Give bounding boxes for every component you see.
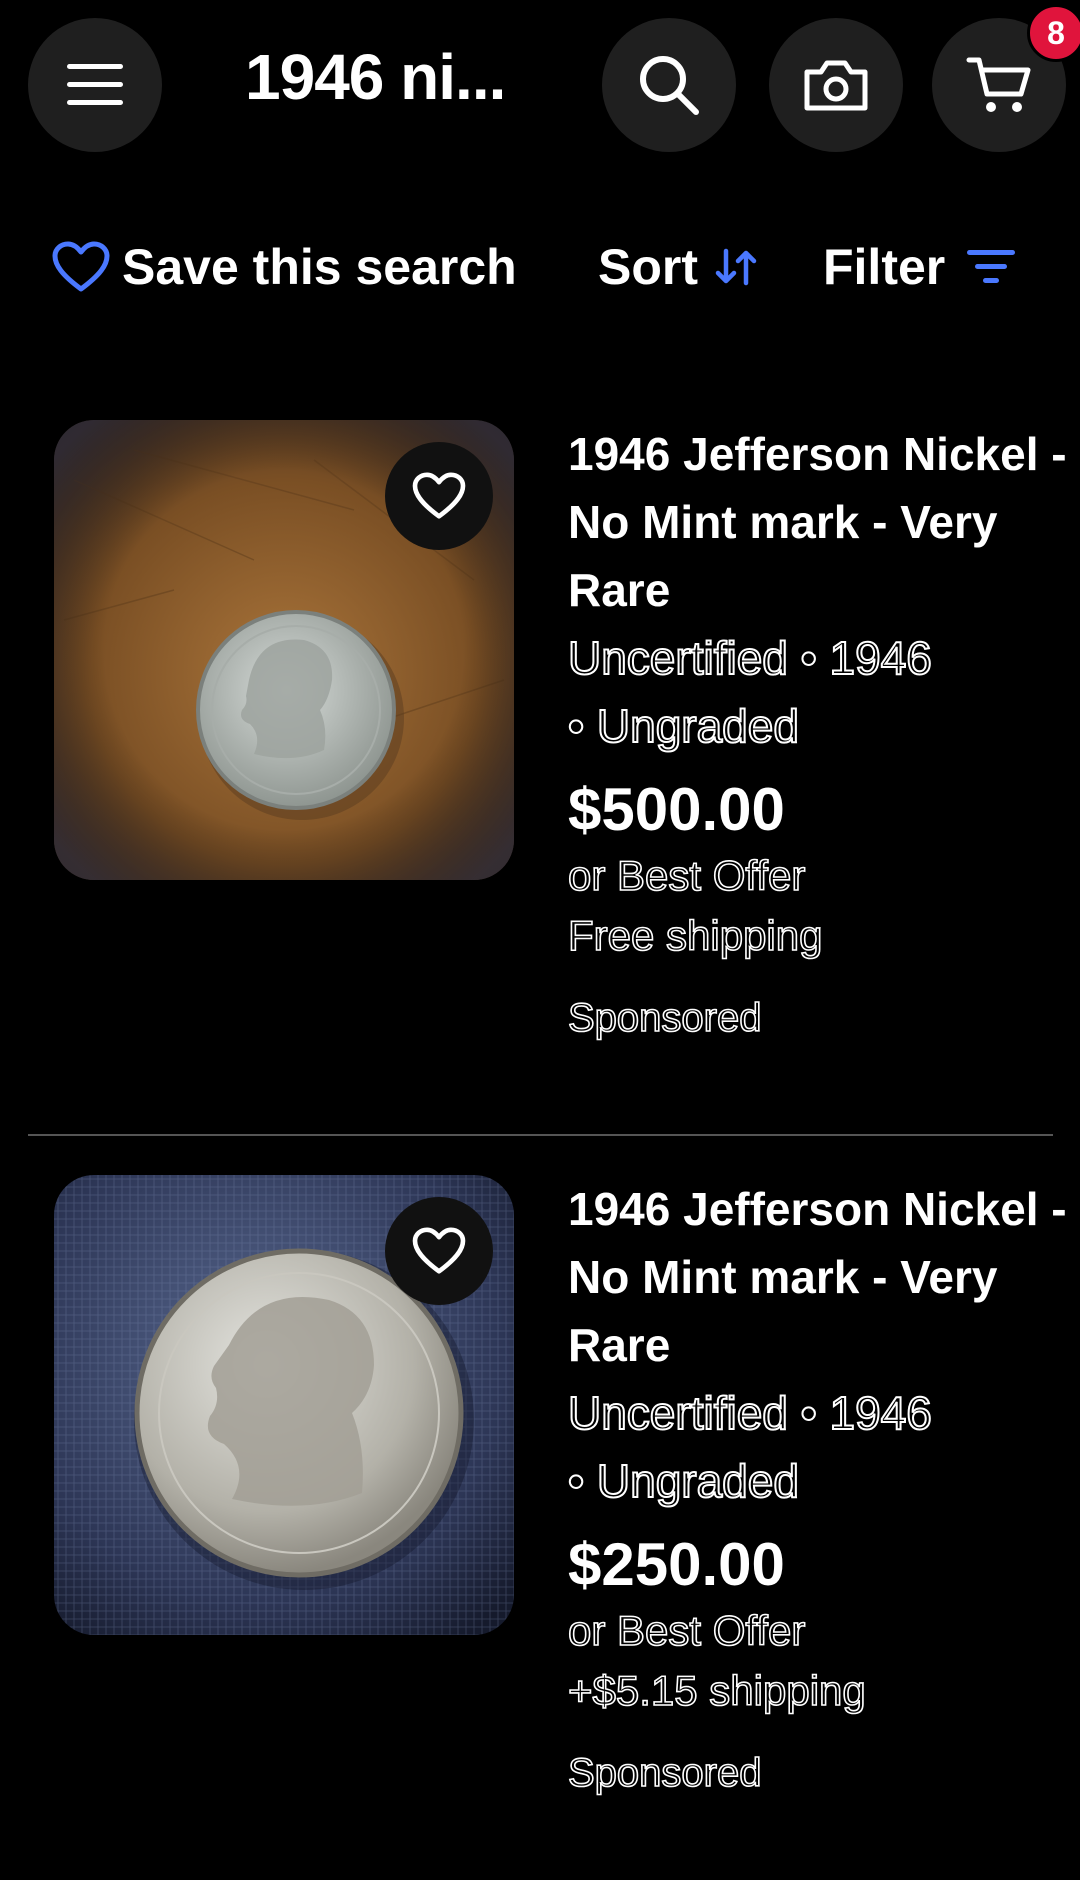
camera-search-button[interactable] [769, 18, 903, 152]
listing-offer: or Best Offer [567, 851, 806, 900]
camera-icon [804, 60, 868, 111]
top-bar: 1946 ni... 8 [0, 0, 1080, 170]
listing-offer: or Best Offer [567, 1606, 806, 1655]
listing-title[interactable]: 1946 Jefferson Nickel - No Mint mark - V… [568, 420, 1068, 624]
listing-info: 1946 Jefferson Nickel - No Mint mark - V… [567, 420, 1068, 1048]
sponsored-label: Sponsored [567, 1750, 762, 1796]
sponsored-label: Sponsored [567, 995, 762, 1041]
cart-count-badge: 8 [1027, 4, 1080, 62]
filter-button[interactable]: Filter [823, 238, 1017, 296]
save-search-button[interactable]: Save this search [52, 238, 517, 296]
menu-button[interactable] [28, 18, 162, 152]
listing-aspects-line2: • Ungraded [567, 1454, 800, 1508]
listing-info: 1946 Jefferson Nickel - No Mint mark - V… [567, 1175, 1068, 1803]
listing-aspects-line1: Uncertified • 1946 [567, 631, 933, 685]
sort-arrows-icon [715, 248, 757, 286]
listing-divider [28, 1134, 1053, 1136]
listing-price: $250.00 [568, 1531, 785, 1598]
listing-aspects-line2: • Ungraded [567, 699, 800, 753]
heart-outline-icon [52, 241, 110, 292]
search-query-title[interactable]: 1946 ni... [245, 40, 506, 114]
filter-label: Filter [823, 239, 946, 295]
search-button[interactable] [602, 18, 736, 152]
listing-shipping: +$5.15 shipping [567, 1666, 866, 1715]
heart-outline-icon [412, 1227, 466, 1274]
heart-outline-icon [412, 472, 466, 519]
menu-icon [67, 64, 123, 105]
search-icon [640, 56, 699, 115]
sort-button[interactable]: Sort [598, 238, 758, 296]
save-search-label: Save this search [122, 239, 517, 295]
cart-icon [966, 57, 1031, 112]
listing-shipping: Free shipping [567, 911, 823, 960]
listing-aspects-line1: Uncertified • 1946 [567, 1386, 933, 1440]
listing-title[interactable]: 1946 Jefferson Nickel - No Mint mark - V… [568, 1175, 1068, 1379]
watch-button[interactable] [385, 442, 493, 550]
watch-button[interactable] [385, 1197, 493, 1305]
listing-price: $500.00 [568, 776, 785, 843]
filter-icon [967, 250, 1016, 283]
sort-label: Sort [598, 239, 698, 295]
